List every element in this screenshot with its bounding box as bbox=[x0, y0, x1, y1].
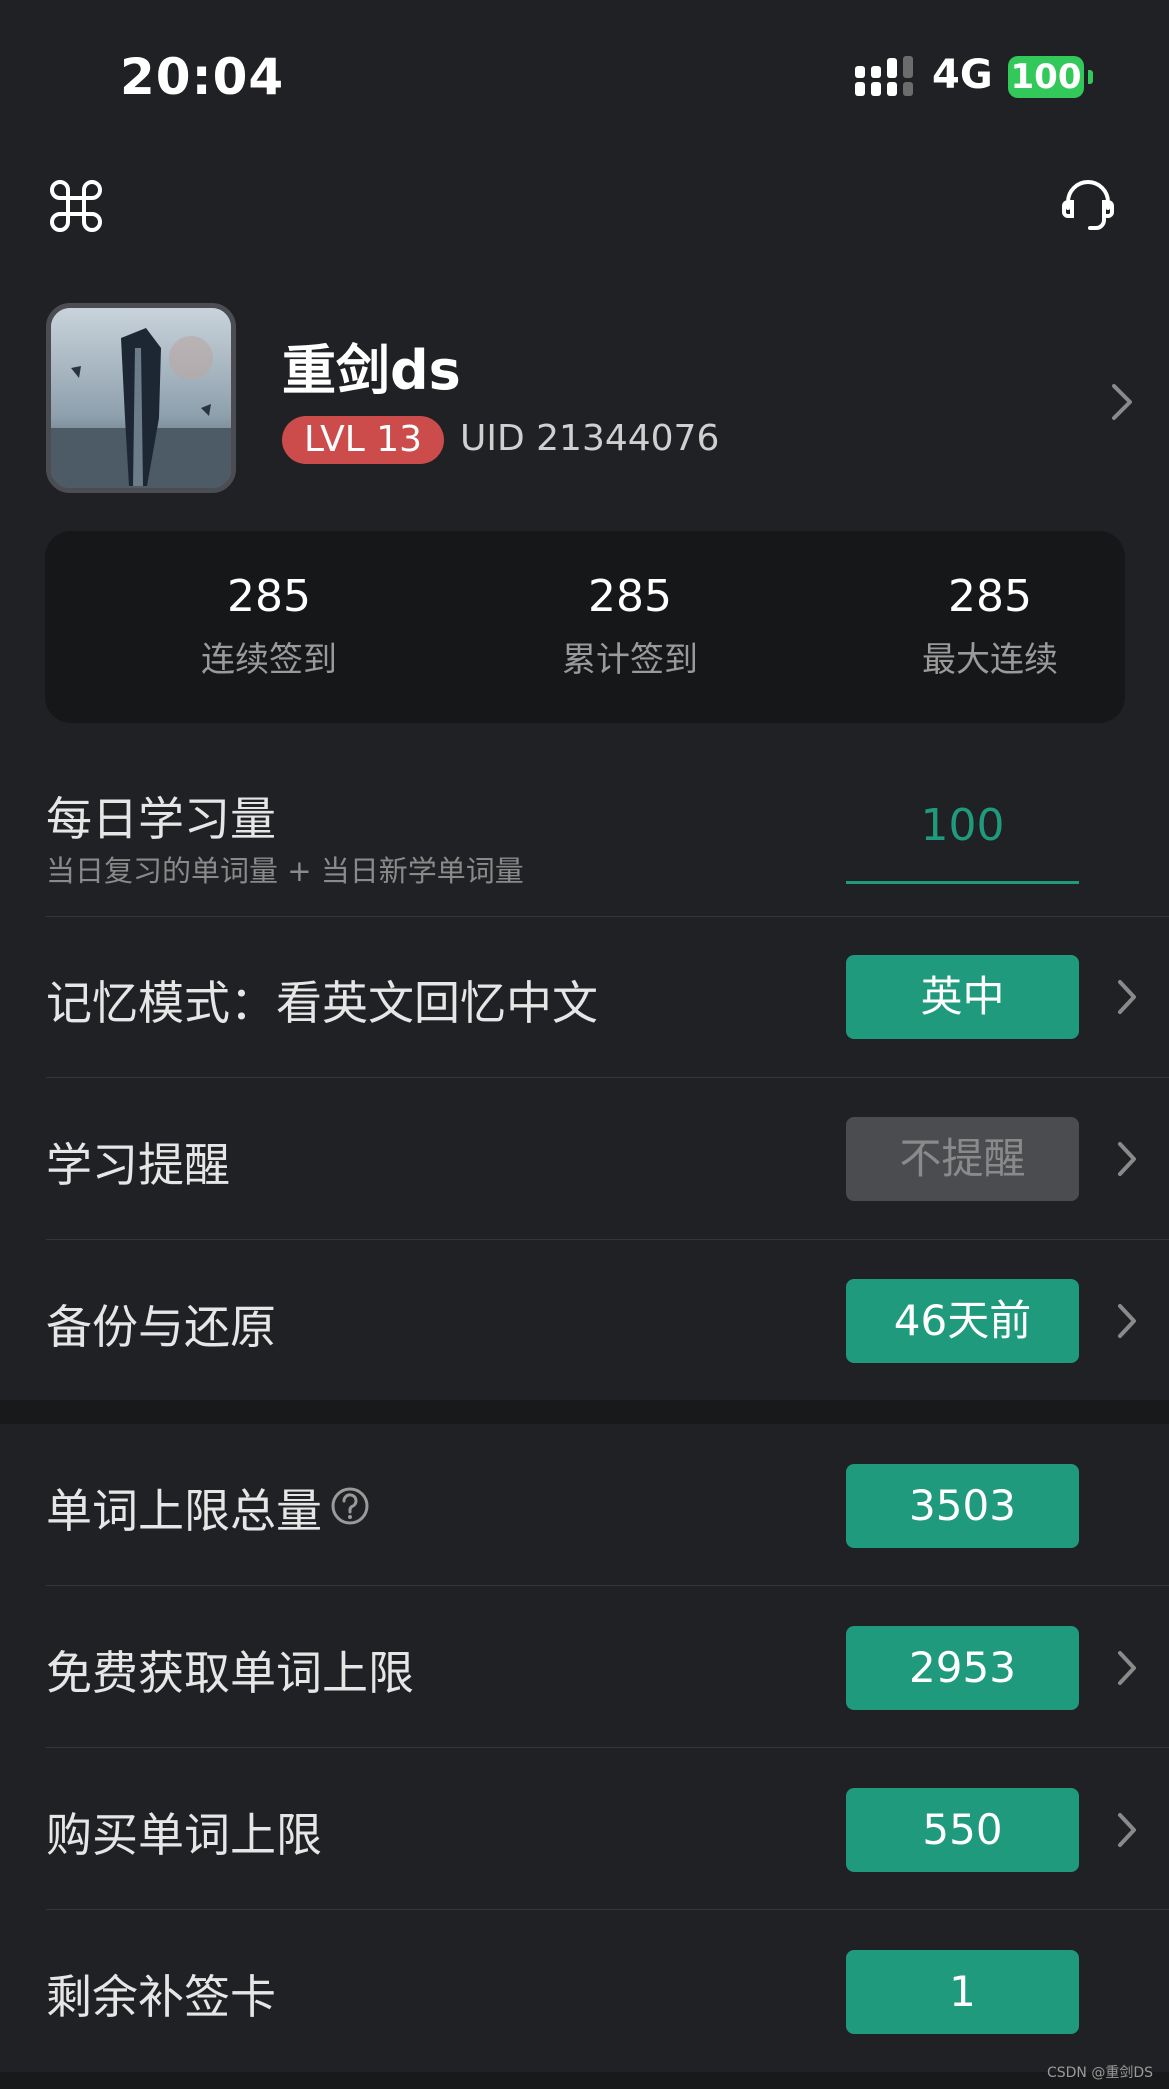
chevron-right-icon[interactable] bbox=[1116, 1140, 1138, 1178]
help-icon[interactable] bbox=[330, 1486, 370, 1526]
stat-max-streak: 285 最大连续 bbox=[860, 571, 1120, 681]
chevron-right-icon[interactable] bbox=[1110, 382, 1134, 422]
chevron-right-icon[interactable] bbox=[1116, 1649, 1138, 1687]
stat-label: 连续签到 bbox=[201, 640, 337, 680]
purchased-word-limit-button[interactable]: 550 bbox=[846, 1788, 1079, 1872]
status-time: 20:04 bbox=[120, 48, 285, 106]
chevron-right-icon[interactable] bbox=[1116, 978, 1138, 1016]
study-reminder-label: 学习提醒 bbox=[46, 1138, 230, 1192]
user-id: UID 21344076 bbox=[460, 418, 720, 459]
memory-mode-button[interactable]: 英中 bbox=[846, 955, 1079, 1039]
makeup-cards-value: 1 bbox=[846, 1950, 1079, 2034]
avatar[interactable] bbox=[46, 303, 236, 493]
free-word-limit-label: 免费获取单词上限 bbox=[46, 1646, 414, 1700]
daily-amount-underline bbox=[846, 881, 1079, 884]
stat-label: 累计签到 bbox=[562, 640, 698, 680]
makeup-cards-row: 剩余补签卡 1 bbox=[0, 1910, 1169, 2072]
stat-value: 285 bbox=[948, 571, 1032, 622]
study-reminder-row[interactable]: 学习提醒 不提醒 bbox=[0, 1078, 1169, 1240]
network-type: 4G bbox=[932, 52, 993, 98]
command-icon[interactable] bbox=[46, 176, 106, 236]
section-separator bbox=[0, 1400, 1169, 1424]
profile-name: 重剑ds bbox=[282, 339, 461, 402]
free-word-limit-row[interactable]: 免费获取单词上限 2953 bbox=[0, 1586, 1169, 1748]
watermark: CSDN @重剑DS bbox=[1046, 2065, 1153, 2081]
status-bar: 20:04 4G 100 bbox=[0, 0, 1169, 150]
level-badge: LVL 13 bbox=[282, 416, 444, 464]
makeup-cards-label: 剩余补签卡 bbox=[46, 1970, 276, 2024]
battery-indicator: 100 bbox=[1008, 56, 1084, 98]
free-word-limit-button[interactable]: 2953 bbox=[846, 1626, 1079, 1710]
stat-streak: 285 连续签到 bbox=[139, 571, 399, 681]
headset-icon[interactable] bbox=[1058, 174, 1118, 234]
study-reminder-button[interactable]: 不提醒 bbox=[846, 1117, 1079, 1201]
backup-restore-row[interactable]: 备份与还原 46天前 bbox=[0, 1240, 1169, 1402]
backup-restore-button[interactable]: 46天前 bbox=[846, 1279, 1079, 1363]
purchased-word-limit-row[interactable]: 购买单词上限 550 bbox=[0, 1748, 1169, 1910]
chevron-right-icon[interactable] bbox=[1116, 1302, 1138, 1340]
bottom-strip bbox=[0, 2072, 1169, 2089]
chevron-right-icon[interactable] bbox=[1116, 1811, 1138, 1849]
word-limit-total-label: 单词上限总量 bbox=[46, 1484, 322, 1538]
backup-restore-label: 备份与还原 bbox=[46, 1300, 276, 1354]
word-limit-total-row: 单词上限总量 3503 bbox=[0, 1424, 1169, 1586]
stat-value: 285 bbox=[588, 571, 672, 622]
battery-cap bbox=[1088, 70, 1093, 84]
word-limit-total-value: 3503 bbox=[846, 1464, 1079, 1548]
daily-amount-sublabel: 当日复习的单词量 + 当日新学单词量 bbox=[46, 854, 524, 888]
stat-total: 285 累计签到 bbox=[500, 571, 760, 681]
checkin-stats-card: 285 连续签到 285 累计签到 285 最大连续 bbox=[45, 531, 1125, 723]
daily-amount-input[interactable]: 100 bbox=[846, 800, 1079, 851]
cellular-signal-icon bbox=[855, 56, 913, 96]
daily-amount-label: 每日学习量 bbox=[46, 792, 276, 846]
stat-value: 285 bbox=[227, 571, 311, 622]
purchased-word-limit-label: 购买单词上限 bbox=[46, 1808, 322, 1862]
memory-mode-row[interactable]: 记忆模式：看英文回忆中文 英中 bbox=[0, 916, 1169, 1078]
stat-label: 最大连续 bbox=[922, 640, 1058, 680]
memory-mode-label: 记忆模式：看英文回忆中文 bbox=[46, 976, 598, 1030]
avatar-image bbox=[51, 308, 231, 488]
